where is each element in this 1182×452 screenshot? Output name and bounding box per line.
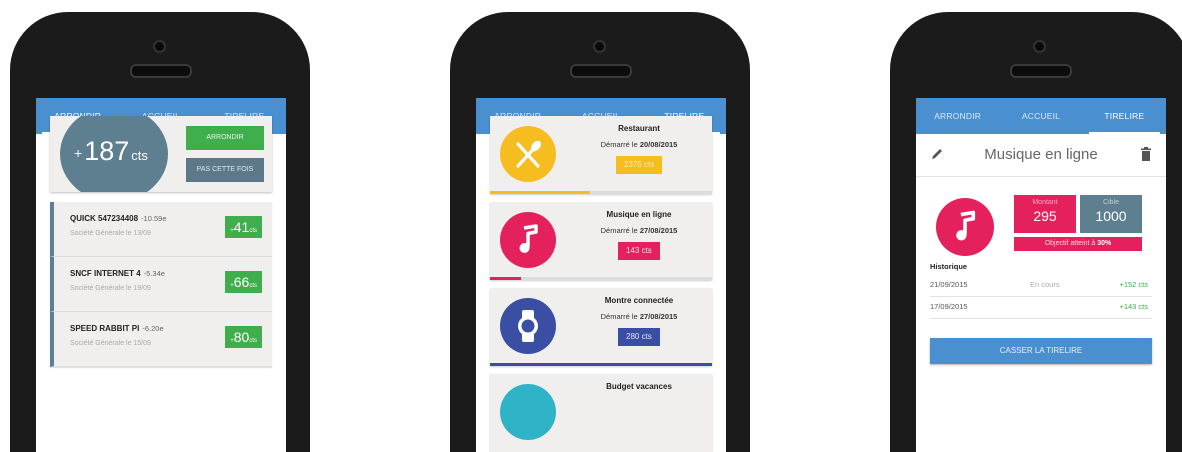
detail-header: Musique en ligne <box>916 134 1166 177</box>
goal-start-date: Démarré le 20/08/2015 <box>600 140 678 149</box>
tab-arrondir[interactable]: ARRONDIR <box>916 98 999 134</box>
round-badge: +41cts <box>225 216 262 238</box>
transaction-name: SPEED RABBIT PI -6.20e <box>70 324 164 333</box>
goal-start-date: Démarré le 27/08/2015 <box>600 226 678 235</box>
montant-box: Montant 295 <box>1014 195 1076 233</box>
history-title: Historique <box>930 262 968 271</box>
phone-tirelire-list: ARRONDIR ACCUEIL TIRELIRE Restaurant Dém… <box>450 12 750 452</box>
goal-card[interactable]: Budget vacances <box>490 374 712 452</box>
transaction-name: QUICK 547234408 -10.59e <box>70 214 167 223</box>
phone-arrondir: ARRONDIR ACCUEIL TIRELIRE +187cts ARROND… <box>10 12 310 452</box>
goal-amount-pill: 2375 cts <box>616 156 663 174</box>
watch-icon <box>500 298 556 354</box>
transaction-bank: Société Générale le 13/09 <box>70 230 151 237</box>
cible-label: Cible <box>1103 199 1119 206</box>
goal-progress-bar <box>490 277 712 280</box>
history-row: 21/09/2015 En cours +152 cts <box>930 274 1152 297</box>
music-note-icon <box>500 212 556 268</box>
budget-icon <box>500 384 556 440</box>
screen: ARRONDIR ACCUEIL TIRELIRE Musique en lig… <box>916 98 1166 452</box>
goal-start-date: Démarré le 27/08/2015 <box>600 312 678 321</box>
screen: ARRONDIR ACCUEIL TIRELIRE Restaurant Dém… <box>476 98 726 452</box>
goal-amount-pill: 143 cts <box>618 242 660 260</box>
trash-icon[interactable] <box>1140 147 1152 161</box>
goal-progress-bar <box>490 191 712 194</box>
transaction-row[interactable]: SNCF INTERNET 4 -5.34e Société Générale l… <box>50 257 272 312</box>
transaction-row[interactable]: SPEED RABBIT PI -6.20e Société Générale l… <box>50 312 272 367</box>
music-note-icon <box>936 198 994 256</box>
camera-dot <box>1033 40 1046 53</box>
goal-title: Musique en ligne <box>606 210 672 219</box>
tab-accueil[interactable]: ACCUEIL <box>999 98 1082 134</box>
casser-tirelire-button[interactable]: CASSER LA TIRELIRE <box>930 338 1152 364</box>
goal-card[interactable]: Montre connectée Démarré le 27/08/2015 2… <box>490 288 712 366</box>
transaction-bank: Société Générale le 15/09 <box>70 340 151 347</box>
arrondir-button[interactable]: ARRONDIR <box>186 126 264 150</box>
pas-cette-fois-button[interactable]: PAS CETTE FOIS <box>186 158 264 182</box>
round-card: +187 cts ARRONDIR PAS CETTE FOIS <box>50 116 272 192</box>
tab-bar: ARRONDIR ACCUEIL TIRELIRE <box>916 98 1166 134</box>
tab-tirelire[interactable]: TIRELIRE <box>1083 98 1166 134</box>
cible-value: 1000 <box>1095 208 1127 224</box>
history-row: 17/09/2015 +143 cts <box>930 296 1152 319</box>
goal-title: Montre connectée <box>604 296 674 305</box>
transaction-name: SNCF INTERNET 4 -5.34e <box>70 269 165 278</box>
transaction-list: QUICK 547234408 -10.59e Société Générale … <box>50 202 272 367</box>
objective-bar: Objectif atteint à 30% <box>1014 237 1142 251</box>
screen: ARRONDIR ACCUEIL TIRELIRE +187cts ARROND… <box>36 98 286 452</box>
goal-amount-pill: 280 cts <box>618 328 660 346</box>
goal-card[interactable]: Restaurant Démarré le 20/08/2015 2375 ct… <box>490 116 712 194</box>
round-badge: +66cts <box>225 271 262 293</box>
transaction-row[interactable]: QUICK 547234408 -10.59e Société Générale … <box>50 202 272 257</box>
goal-progress-bar <box>490 363 712 366</box>
goal-title: Budget vacances <box>606 382 672 391</box>
speaker-grille <box>1010 64 1072 78</box>
page-title: Musique en ligne <box>984 146 1098 163</box>
phone-tirelire-detail: ARRONDIR ACCUEIL TIRELIRE Musique en lig… <box>890 12 1182 452</box>
camera-dot <box>593 40 606 53</box>
round-badge: +80cts <box>225 326 262 348</box>
speaker-grille <box>570 64 632 78</box>
goal-card[interactable]: Musique en ligne Démarré le 27/08/2015 1… <box>490 202 712 280</box>
round-amount-circle: +187 cts <box>60 116 168 192</box>
speaker-grille <box>130 64 192 78</box>
camera-dot <box>153 40 166 53</box>
transaction-bank: Société Générale le 19/09 <box>70 285 151 292</box>
round-amount: +187 cts <box>74 136 148 166</box>
pencil-icon[interactable] <box>930 147 944 161</box>
montant-value: 295 <box>1033 208 1057 224</box>
goal-title: Restaurant <box>618 124 660 133</box>
montant-label: Montant <box>1032 199 1058 206</box>
fork-knife-icon <box>500 126 556 182</box>
cible-box: Cible 1000 <box>1080 195 1142 233</box>
